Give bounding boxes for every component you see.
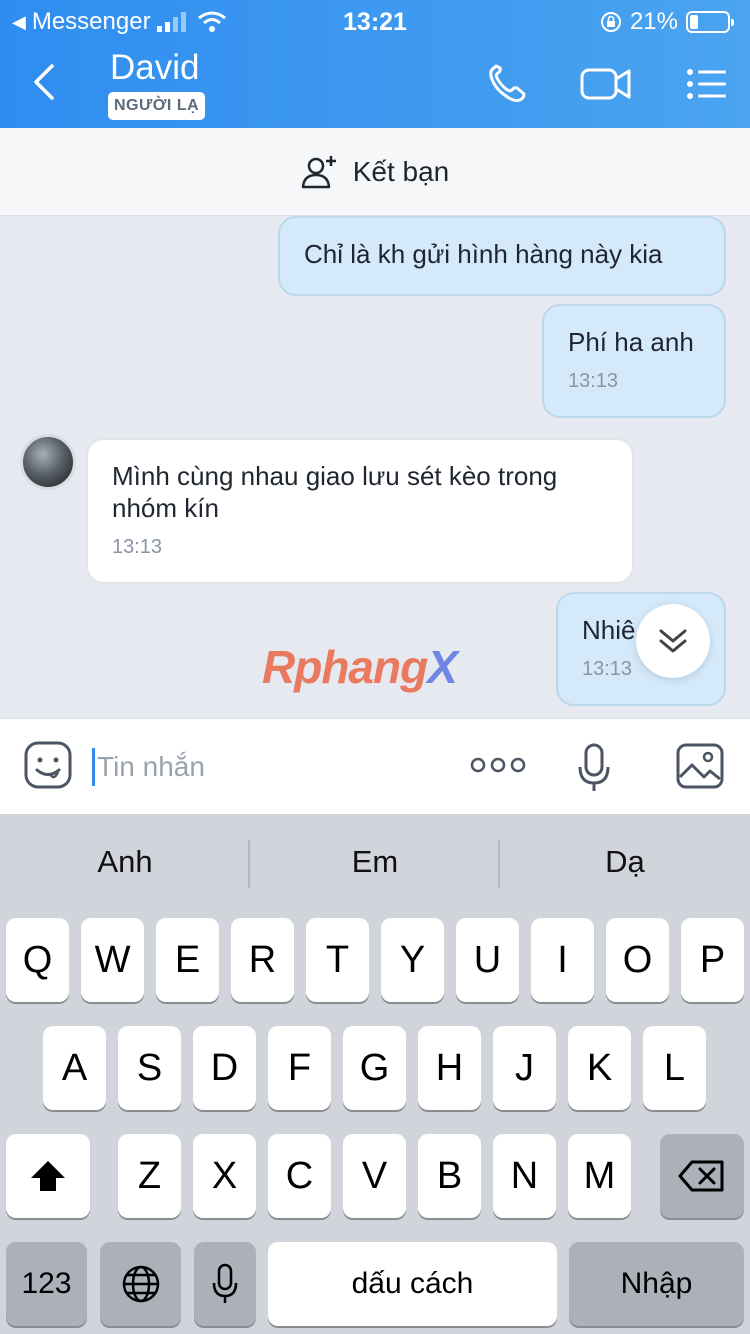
key[interactable]: M	[568, 1134, 631, 1218]
message-bubble[interactable]: Chỉ là kh gửi hình hàng này kia	[278, 216, 726, 296]
return-key[interactable]: Nhập	[569, 1242, 744, 1326]
key[interactable]: I	[531, 918, 594, 1002]
list-icon[interactable]	[684, 62, 732, 106]
key[interactable]: D	[193, 1026, 256, 1110]
user-plus-icon	[301, 155, 336, 188]
keyboard: Anh Em Dạ Q W E R T Y U I O P A S D F G …	[0, 814, 750, 1334]
suggestion-item[interactable]: Anh	[0, 844, 250, 880]
key[interactable]: L	[643, 1026, 706, 1110]
suggestion-item[interactable]: Dạ	[500, 844, 750, 880]
stranger-badge: NGƯỜI LẠ	[108, 92, 206, 120]
key[interactable]: G	[343, 1026, 406, 1110]
key[interactable]: U	[456, 918, 519, 1002]
shift-icon	[31, 1161, 65, 1191]
message-bubble[interactable]: Mình cùng nhau giao lưu sét kèo trong nh…	[86, 438, 634, 584]
key[interactable]: K	[568, 1026, 631, 1110]
chevron-left-icon[interactable]	[26, 62, 66, 102]
key[interactable]: E	[156, 918, 219, 1002]
phone-icon[interactable]	[484, 62, 532, 106]
delete-key[interactable]	[660, 1134, 744, 1218]
status-bar: ◀ Messenger 13:21 21%	[0, 0, 750, 42]
key[interactable]: S	[118, 1026, 181, 1110]
key[interactable]: O	[606, 918, 669, 1002]
message-text: Phí ha anh	[568, 327, 694, 357]
chevrons-down-icon	[659, 629, 687, 653]
message-input[interactable]: Tin nhắn	[92, 745, 205, 789]
emoji-icon[interactable]	[24, 741, 72, 789]
video-camera-icon[interactable]	[580, 62, 632, 106]
numbers-key[interactable]: 123	[6, 1242, 87, 1326]
suggestion-bar: Anh Em Dạ	[0, 814, 750, 910]
message-placeholder: Tin nhắn	[97, 751, 205, 782]
shift-key[interactable]	[6, 1134, 90, 1218]
backspace-icon	[678, 1160, 724, 1192]
scroll-to-bottom-button[interactable]	[636, 604, 710, 678]
contact-name[interactable]: David	[110, 48, 199, 88]
dictation-key[interactable]	[194, 1242, 256, 1326]
ellipsis-icon[interactable]	[470, 755, 526, 775]
key[interactable]: N	[493, 1134, 556, 1218]
text-caret	[92, 748, 95, 786]
message-text: Chỉ là kh gửi hình hàng này kia	[304, 239, 663, 269]
globe-icon	[122, 1265, 159, 1303]
message-time: 13:13	[112, 536, 163, 558]
add-friend-button[interactable]: Kết bạn	[0, 128, 750, 216]
key[interactable]: B	[418, 1134, 481, 1218]
key[interactable]: T	[306, 918, 369, 1002]
orientation-lock-icon	[600, 12, 621, 32]
add-friend-label: Kết bạn	[352, 155, 450, 187]
microphone-icon[interactable]	[578, 743, 610, 793]
microphone-icon	[212, 1263, 238, 1303]
key[interactable]: C	[268, 1134, 331, 1218]
key[interactable]: A	[43, 1026, 106, 1110]
key[interactable]: F	[268, 1026, 331, 1110]
key[interactable]: Z	[118, 1134, 181, 1218]
battery-icon	[686, 11, 734, 33]
suggestion-item[interactable]: Em	[250, 844, 500, 880]
message-time: 13:13	[568, 370, 619, 392]
key[interactable]: Y	[381, 918, 444, 1002]
image-icon[interactable]	[676, 743, 724, 789]
status-right: 21%	[600, 8, 734, 36]
key[interactable]: W	[81, 918, 144, 1002]
key[interactable]: J	[493, 1026, 556, 1110]
key[interactable]: X	[193, 1134, 256, 1218]
watermark-logo: RphangX	[262, 641, 458, 693]
avatar[interactable]	[20, 434, 76, 490]
space-key[interactable]: dấu cách	[268, 1242, 557, 1326]
key[interactable]: V	[343, 1134, 406, 1218]
key[interactable]: Q	[6, 918, 69, 1002]
key[interactable]: P	[681, 918, 744, 1002]
chat-header: ◀ Messenger 13:21 21% David NGƯỜI LẠ	[0, 0, 750, 128]
message-composer: Tin nhắn	[0, 718, 750, 814]
battery-percent: 21%	[629, 8, 678, 35]
message-list[interactable]: Chỉ là kh gửi hình hàng này kia Phí ha a…	[0, 216, 750, 718]
globe-key[interactable]	[100, 1242, 181, 1326]
key[interactable]: H	[418, 1026, 481, 1110]
message-bubble[interactable]: Phí ha anh 13:13	[542, 304, 726, 418]
key[interactable]: R	[231, 918, 294, 1002]
message-text: Mình cùng nhau giao lưu sét kèo trong nh…	[112, 461, 558, 523]
